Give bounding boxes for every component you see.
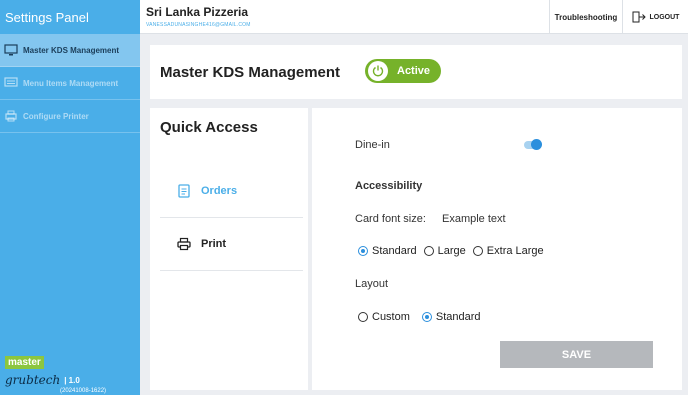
layout-options: Custom Standard <box>358 311 488 323</box>
layout-custom-radio[interactable]: Custom <box>358 311 410 323</box>
sidebar-item-master-kds[interactable]: Master KDS Management <box>0 34 140 67</box>
save-button[interactable]: SAVE <box>500 341 653 368</box>
page-title: Master KDS Management <box>160 64 341 81</box>
radio-label: Extra Large <box>486 245 544 257</box>
sidebar-item-configure-printer[interactable]: Configure Printer <box>0 100 140 133</box>
quick-access-panel: Quick Access Orders Print <box>150 108 308 390</box>
monitor-icon <box>4 44 18 56</box>
quick-access-title: Quick Access <box>160 119 258 136</box>
radio-label: Custom <box>372 311 410 323</box>
brand-master: master <box>5 356 44 369</box>
font-large-radio[interactable]: Large <box>423 245 466 257</box>
brand-grubtech: grubtech <box>5 373 61 387</box>
title-card: Master KDS Management Active <box>150 45 682 99</box>
store-name: Sri Lanka Pizzeria <box>146 5 249 19</box>
logout-label: LOGOUT <box>649 13 680 21</box>
font-size-options: Standard Large Extra Large <box>358 245 551 257</box>
card-font-size-label: Card font size: <box>355 213 426 225</box>
active-status-label: Active <box>397 65 431 77</box>
quick-access-label: Print <box>201 237 227 250</box>
orders-icon <box>178 183 190 198</box>
logout-icon <box>632 11 646 23</box>
accessibility-heading: Accessibility <box>355 180 423 192</box>
settings-panel: Dine-in Accessibility Card font size: Ex… <box>312 108 682 390</box>
quick-access-print[interactable]: Print <box>160 217 303 271</box>
radio-label: Standard <box>435 311 481 323</box>
power-icon <box>368 61 388 81</box>
quick-access-orders[interactable]: Orders <box>160 164 303 218</box>
sidebar-item-label: Configure Printer <box>23 111 89 121</box>
radio-label: Standard <box>372 245 417 257</box>
build-number: (20241008-1622) <box>60 388 107 394</box>
active-toggle[interactable]: Active <box>365 59 441 83</box>
sidebar-item-label: Master KDS Management <box>23 45 120 55</box>
sidebar: Settings Panel Master KDS Management Men… <box>0 0 140 395</box>
sidebar-item-menu-items[interactable]: Menu Items Management <box>0 67 140 100</box>
troubleshooting-button[interactable]: Troubleshooting <box>549 0 623 34</box>
sidebar-item-label: Menu Items Management <box>23 78 119 88</box>
top-header: Sri Lanka Pizzeria VANESSADUNASINGHE416@… <box>140 0 688 34</box>
sidebar-title: Settings Panel <box>5 9 89 25</box>
radio-label: Large <box>437 245 466 257</box>
logout-button[interactable]: LOGOUT <box>623 0 688 34</box>
app-version: | 1.0 <box>64 375 80 385</box>
quick-access-label: Orders <box>201 184 238 197</box>
dine-in-label: Dine-in <box>355 139 390 151</box>
menu-list-icon <box>4 77 18 87</box>
example-text: Example text <box>442 213 506 225</box>
layout-label: Layout <box>355 278 389 290</box>
printer-icon <box>177 237 191 250</box>
brand-logo: master grubtech | 1.0 (20241008-1622) <box>5 352 106 394</box>
font-extra-large-radio[interactable]: Extra Large <box>472 245 544 257</box>
store-email: VANESSADUNASINGHE416@GMAIL.COM <box>146 22 251 28</box>
layout-standard-radio[interactable]: Standard <box>421 311 481 323</box>
font-standard-radio[interactable]: Standard <box>358 245 417 257</box>
dine-in-toggle[interactable] <box>524 139 542 150</box>
printer-icon <box>5 110 17 122</box>
